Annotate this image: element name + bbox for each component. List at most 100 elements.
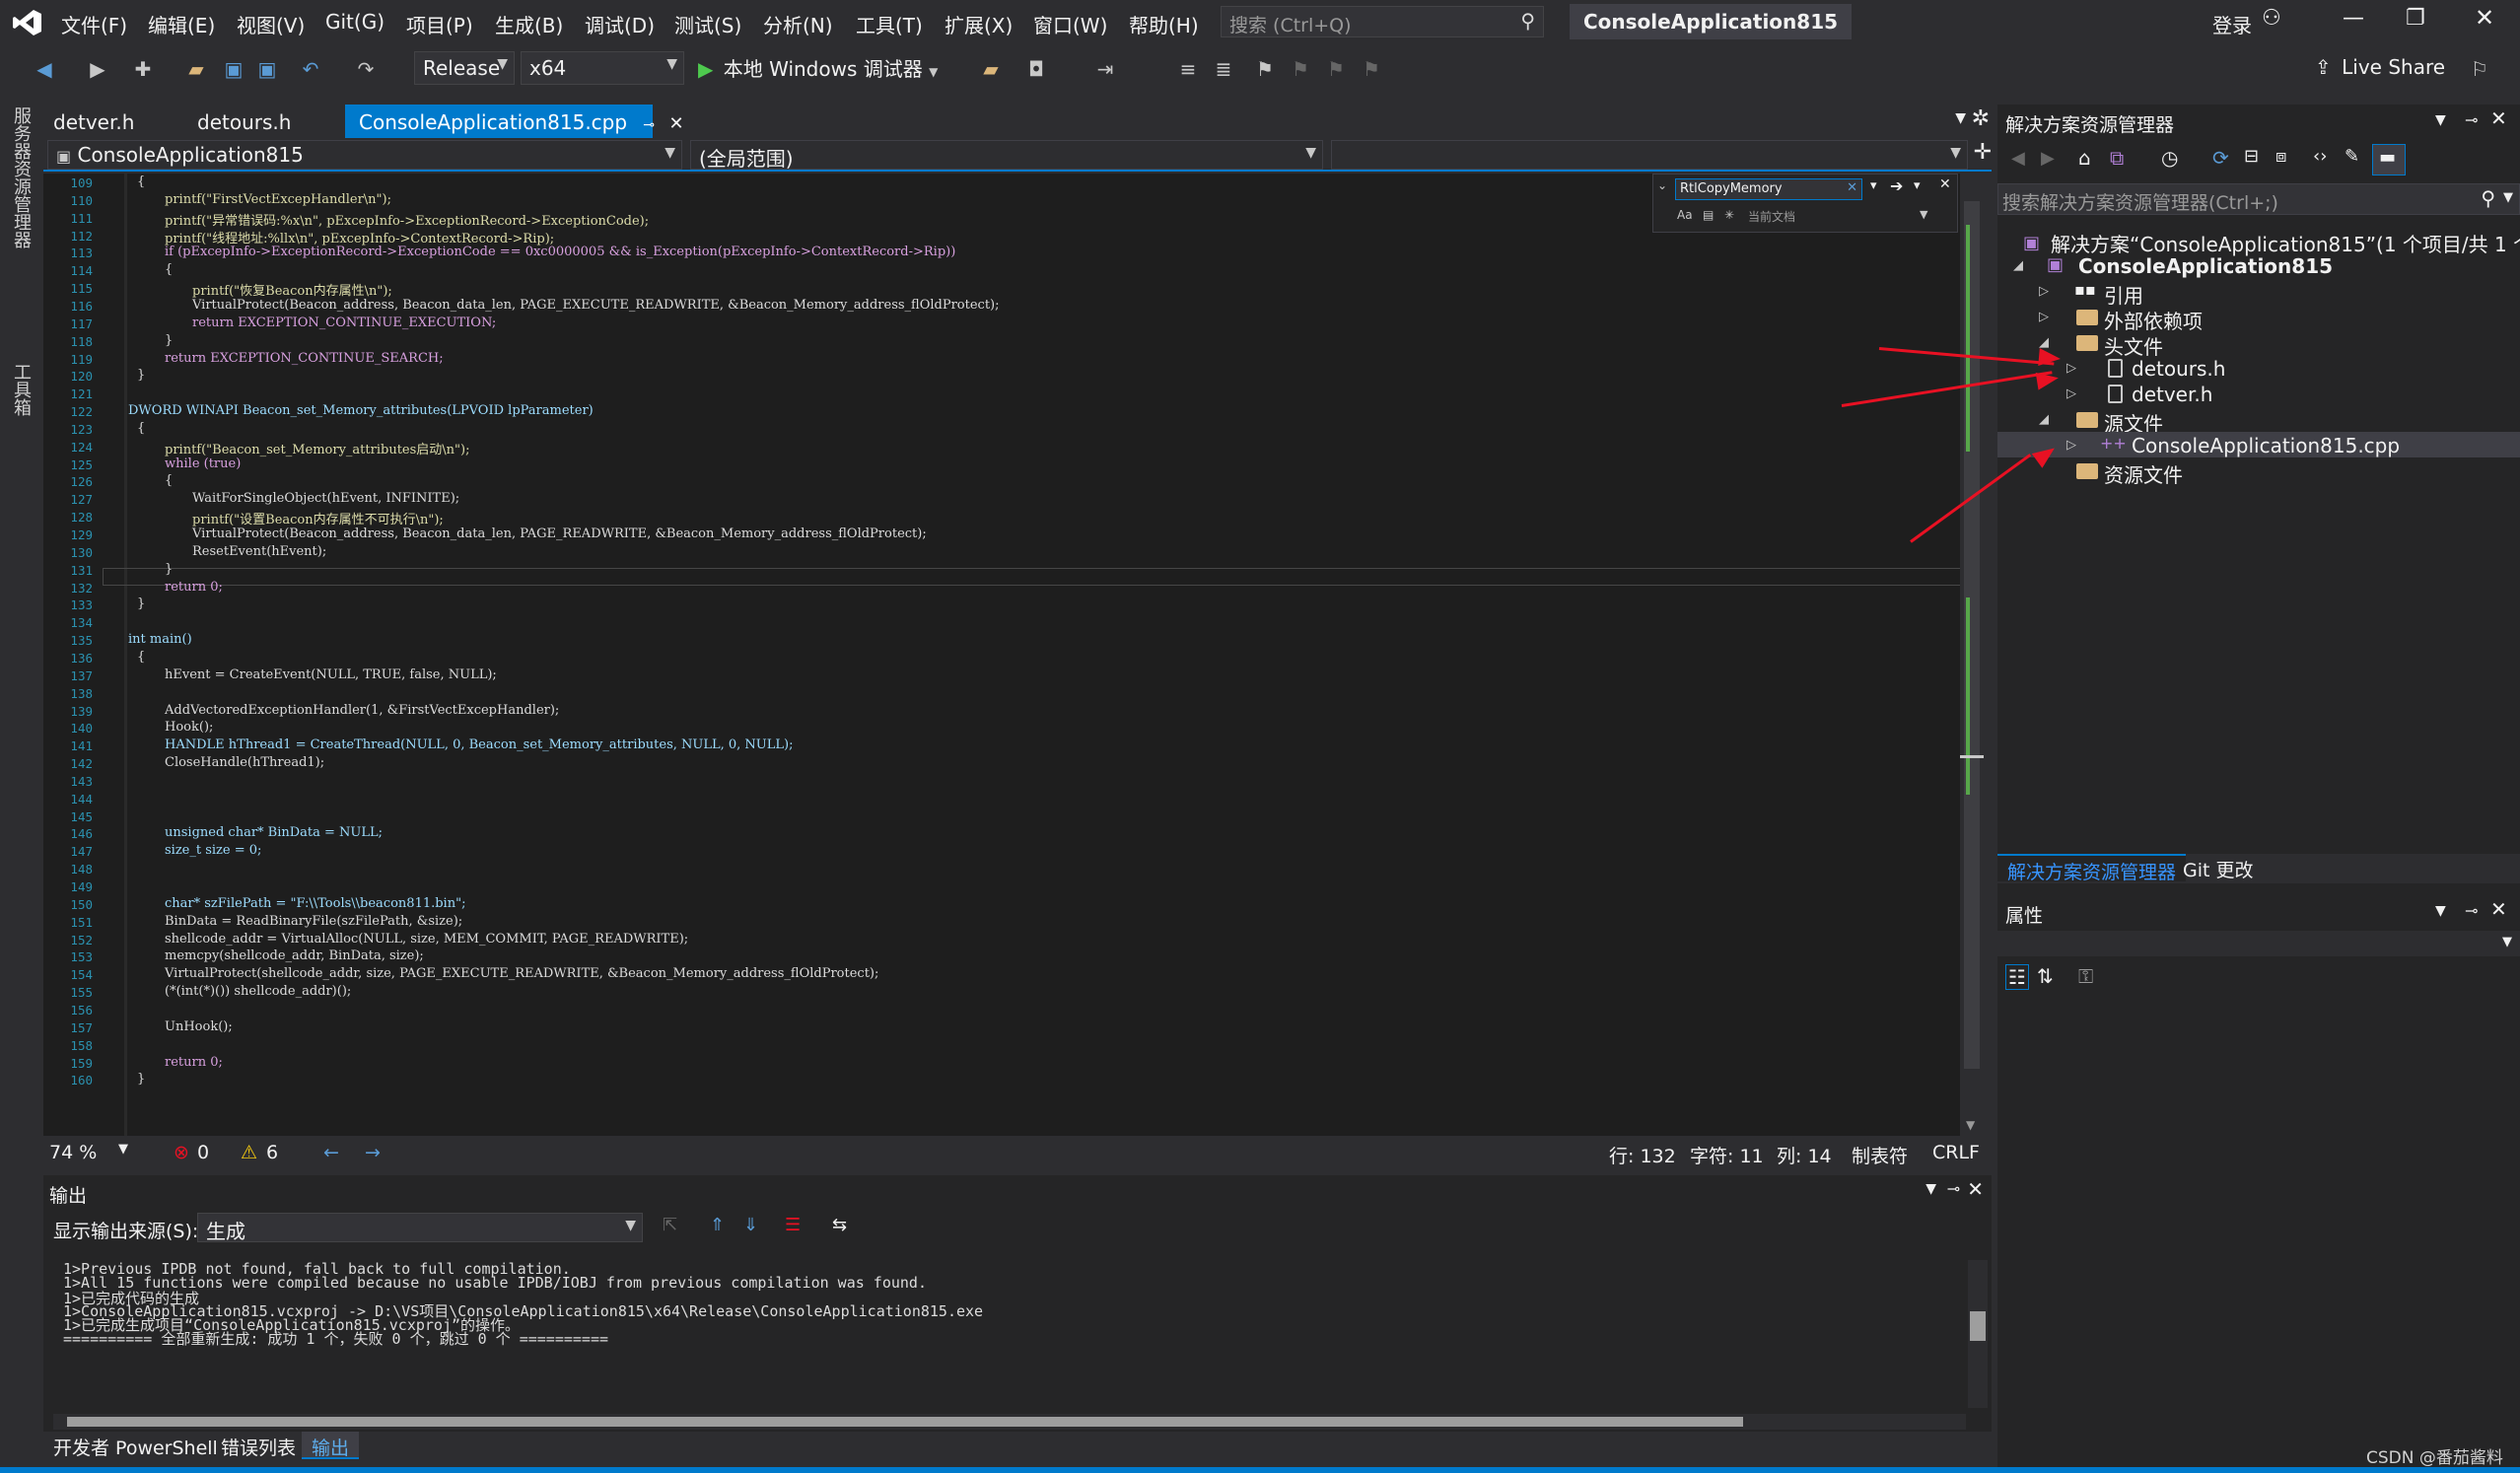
close-icon[interactable]: ✕ [2475,4,2494,32]
scroll-down-icon[interactable]: ▼ [1966,1118,1975,1132]
menu-git[interactable]: Git(G) [325,10,385,34]
view-code-icon[interactable]: ‹› [2313,146,2327,167]
forward-icon[interactable]: ▶ [83,55,112,83]
collapse-icon[interactable]: ▷ [2066,386,2076,401]
warning-count[interactable]: 6 [266,1142,278,1163]
menu-project[interactable]: 项目(P) [406,10,473,38]
collapse-icon[interactable]: ▷ [2039,310,2049,324]
categorized-icon[interactable]: ☷ [2005,964,2029,990]
restore-icon[interactable]: ❐ [2406,6,2425,31]
pin-icon[interactable]: ⊸ [2465,901,2478,920]
tab-indicator[interactable]: 制表符 [1852,1142,1908,1168]
tab-consoleapplication815-cpp[interactable]: ConsoleApplication815.cpp ⊸ ✕ [345,105,684,138]
minimize-icon[interactable]: — [2343,6,2364,31]
prev-issue-icon[interactable]: ← [323,1142,339,1163]
collapse-icon[interactable]: ▷ [2066,361,2076,376]
bookmark-icon[interactable]: ⚑ [1250,55,1280,83]
new-item-icon[interactable]: ✚ [128,55,158,83]
save-icon[interactable]: ▣ [219,55,248,83]
menu-debug[interactable]: 调试(D) [585,10,655,38]
sync-icon[interactable]: ⟳ [2212,146,2229,170]
clear-find-icon[interactable]: ✕ [1847,180,1857,195]
history-icon[interactable]: ◷ [2161,146,2178,170]
properties-object-select[interactable]: ▼ [1997,931,2520,956]
tab-detver[interactable]: detver.h [39,105,148,138]
back-icon[interactable]: ◀ [2011,148,2025,169]
find-scope-label[interactable]: 当前文档 [1748,208,1795,225]
menu-view[interactable]: 视图(V) [237,10,305,38]
preview-toggle[interactable]: ▬ [2372,144,2406,175]
next-bookmark-icon[interactable]: ⚑ [1321,55,1351,83]
switch-views-icon[interactable]: ⧉ [2110,146,2124,170]
regex-icon[interactable]: ✳ [1724,208,1734,222]
pin-icon[interactable]: ⊸ [2465,110,2478,129]
home-icon[interactable]: ⌂ [2078,146,2091,170]
output-vertical-scrollbar[interactable] [1968,1260,1988,1408]
back-icon[interactable]: ◀ [30,55,59,83]
start-debug-button[interactable]: ▶ 本地 Windows 调试器 ▼ [698,53,938,85]
output-horizontal-scrollbar[interactable] [53,1414,1966,1430]
tab-error-list[interactable]: 错误列表 [211,1432,306,1459]
tab-solution-explorer[interactable]: 解决方案资源管理器 [1997,854,2187,883]
word-wrap-icon[interactable]: ⇆ [832,1215,847,1235]
error-icon[interactable]: ⊗ [174,1142,189,1163]
pin-icon[interactable]: ⊸ [1947,1179,1960,1198]
tree-external-deps[interactable]: 外部依赖项 [2104,306,2203,334]
toolbox-tab[interactable]: 工具箱 [8,363,34,416]
tree-header-files[interactable]: 头文件 [2104,331,2163,360]
menu-tools[interactable]: 工具(T) [856,10,923,38]
prev-message-icon[interactable]: ⇑ [710,1215,725,1235]
goto-icon[interactable]: ⇱ [663,1215,677,1235]
panel-dropdown-icon[interactable]: ▼ [2435,112,2446,128]
indent-icon[interactable]: ≡ [1173,55,1203,83]
menu-file[interactable]: 文件(F) [61,10,127,38]
tree-main-cpp[interactable]: ConsoleApplication815.cpp [2132,434,2400,457]
screenshot-icon[interactable]: ◘ [1021,55,1051,83]
collapse-icon[interactable]: ▷ [2066,438,2076,453]
tree-solution[interactable]: 解决方案“ConsoleApplication815”(1 个项目/共 1 个) [2051,229,2520,257]
eol-indicator[interactable]: CRLF [1932,1142,1980,1163]
property-pages-icon[interactable]: ⚿ [2078,964,2093,988]
warning-icon[interactable]: ⚠ [241,1142,257,1163]
forward-icon[interactable]: ▶ [2041,148,2055,169]
find-input[interactable]: RtlCopyMemory ✕ [1675,178,1862,200]
gear-icon[interactable]: ✲ [1972,106,1990,131]
error-count[interactable]: 0 [197,1142,209,1163]
close-tab-icon[interactable]: ✕ [669,113,684,134]
scope-dropdown[interactable]: (全局范围) ▼ [690,140,1323,170]
expand-icon[interactable]: ◢ [2039,412,2049,427]
menu-extensions[interactable]: 扩展(X) [945,10,1013,38]
expand-icon[interactable]: ◢ [2013,258,2023,273]
server-explorer-tab[interactable]: 服务器资源管理器 [8,106,34,248]
whole-word-icon[interactable]: ▤ [1703,208,1714,222]
login-link[interactable]: 登录 [2212,10,2252,38]
outdent-icon[interactable]: ≣ [1209,55,1238,83]
tree-project[interactable]: ConsoleApplication815 [2078,254,2333,278]
undo-icon[interactable]: ↶ [296,55,325,83]
tab-detours[interactable]: detours.h [183,105,305,138]
clear-all-icon[interactable]: ☰ [785,1215,801,1235]
tree-resource-files[interactable]: 资源文件 [2104,459,2183,488]
tab-git-changes[interactable]: Git 更改 [2173,854,2264,881]
match-case-icon[interactable]: Aa [1677,208,1693,222]
scroll-thumb[interactable] [1970,1311,1986,1341]
tree-detours-h[interactable]: detours.h [2132,357,2225,381]
tab-output[interactable]: 输出 [302,1432,360,1459]
menu-edit[interactable]: 编辑(E) [148,10,215,38]
close-panel-icon[interactable]: ✕ [2490,106,2507,130]
collapse-all-icon[interactable]: ⊟ [2244,146,2259,167]
menu-test[interactable]: 测试(S) [674,10,741,38]
properties-wrench-icon[interactable]: ✎ [2345,146,2359,167]
close-find-icon[interactable]: ✕ [1939,176,1951,192]
live-share-button[interactable]: ⇪ Live Share [2315,55,2445,79]
solution-search-input[interactable]: 搜索解决方案资源管理器(Ctrl+;) ⚲ ▼ [1997,183,2520,215]
step-icon[interactable]: ⇥ [1090,55,1120,83]
menu-analyze[interactable]: 分析(N) [763,10,833,38]
find-options-icon[interactable]: ▾ [1870,178,1877,193]
panel-dropdown-icon[interactable]: ▼ [2435,903,2446,919]
project-dropdown[interactable]: ▣ ConsoleApplication815 ▼ [47,140,682,170]
tab-dropdown-icon[interactable]: ▼ [1955,110,1966,126]
split-icon[interactable]: ✛ [1974,140,1992,165]
search-box[interactable]: 搜索 (Ctrl+Q) ⚲ [1221,6,1544,37]
feedback-icon[interactable]: ⚐ [2465,55,2494,83]
